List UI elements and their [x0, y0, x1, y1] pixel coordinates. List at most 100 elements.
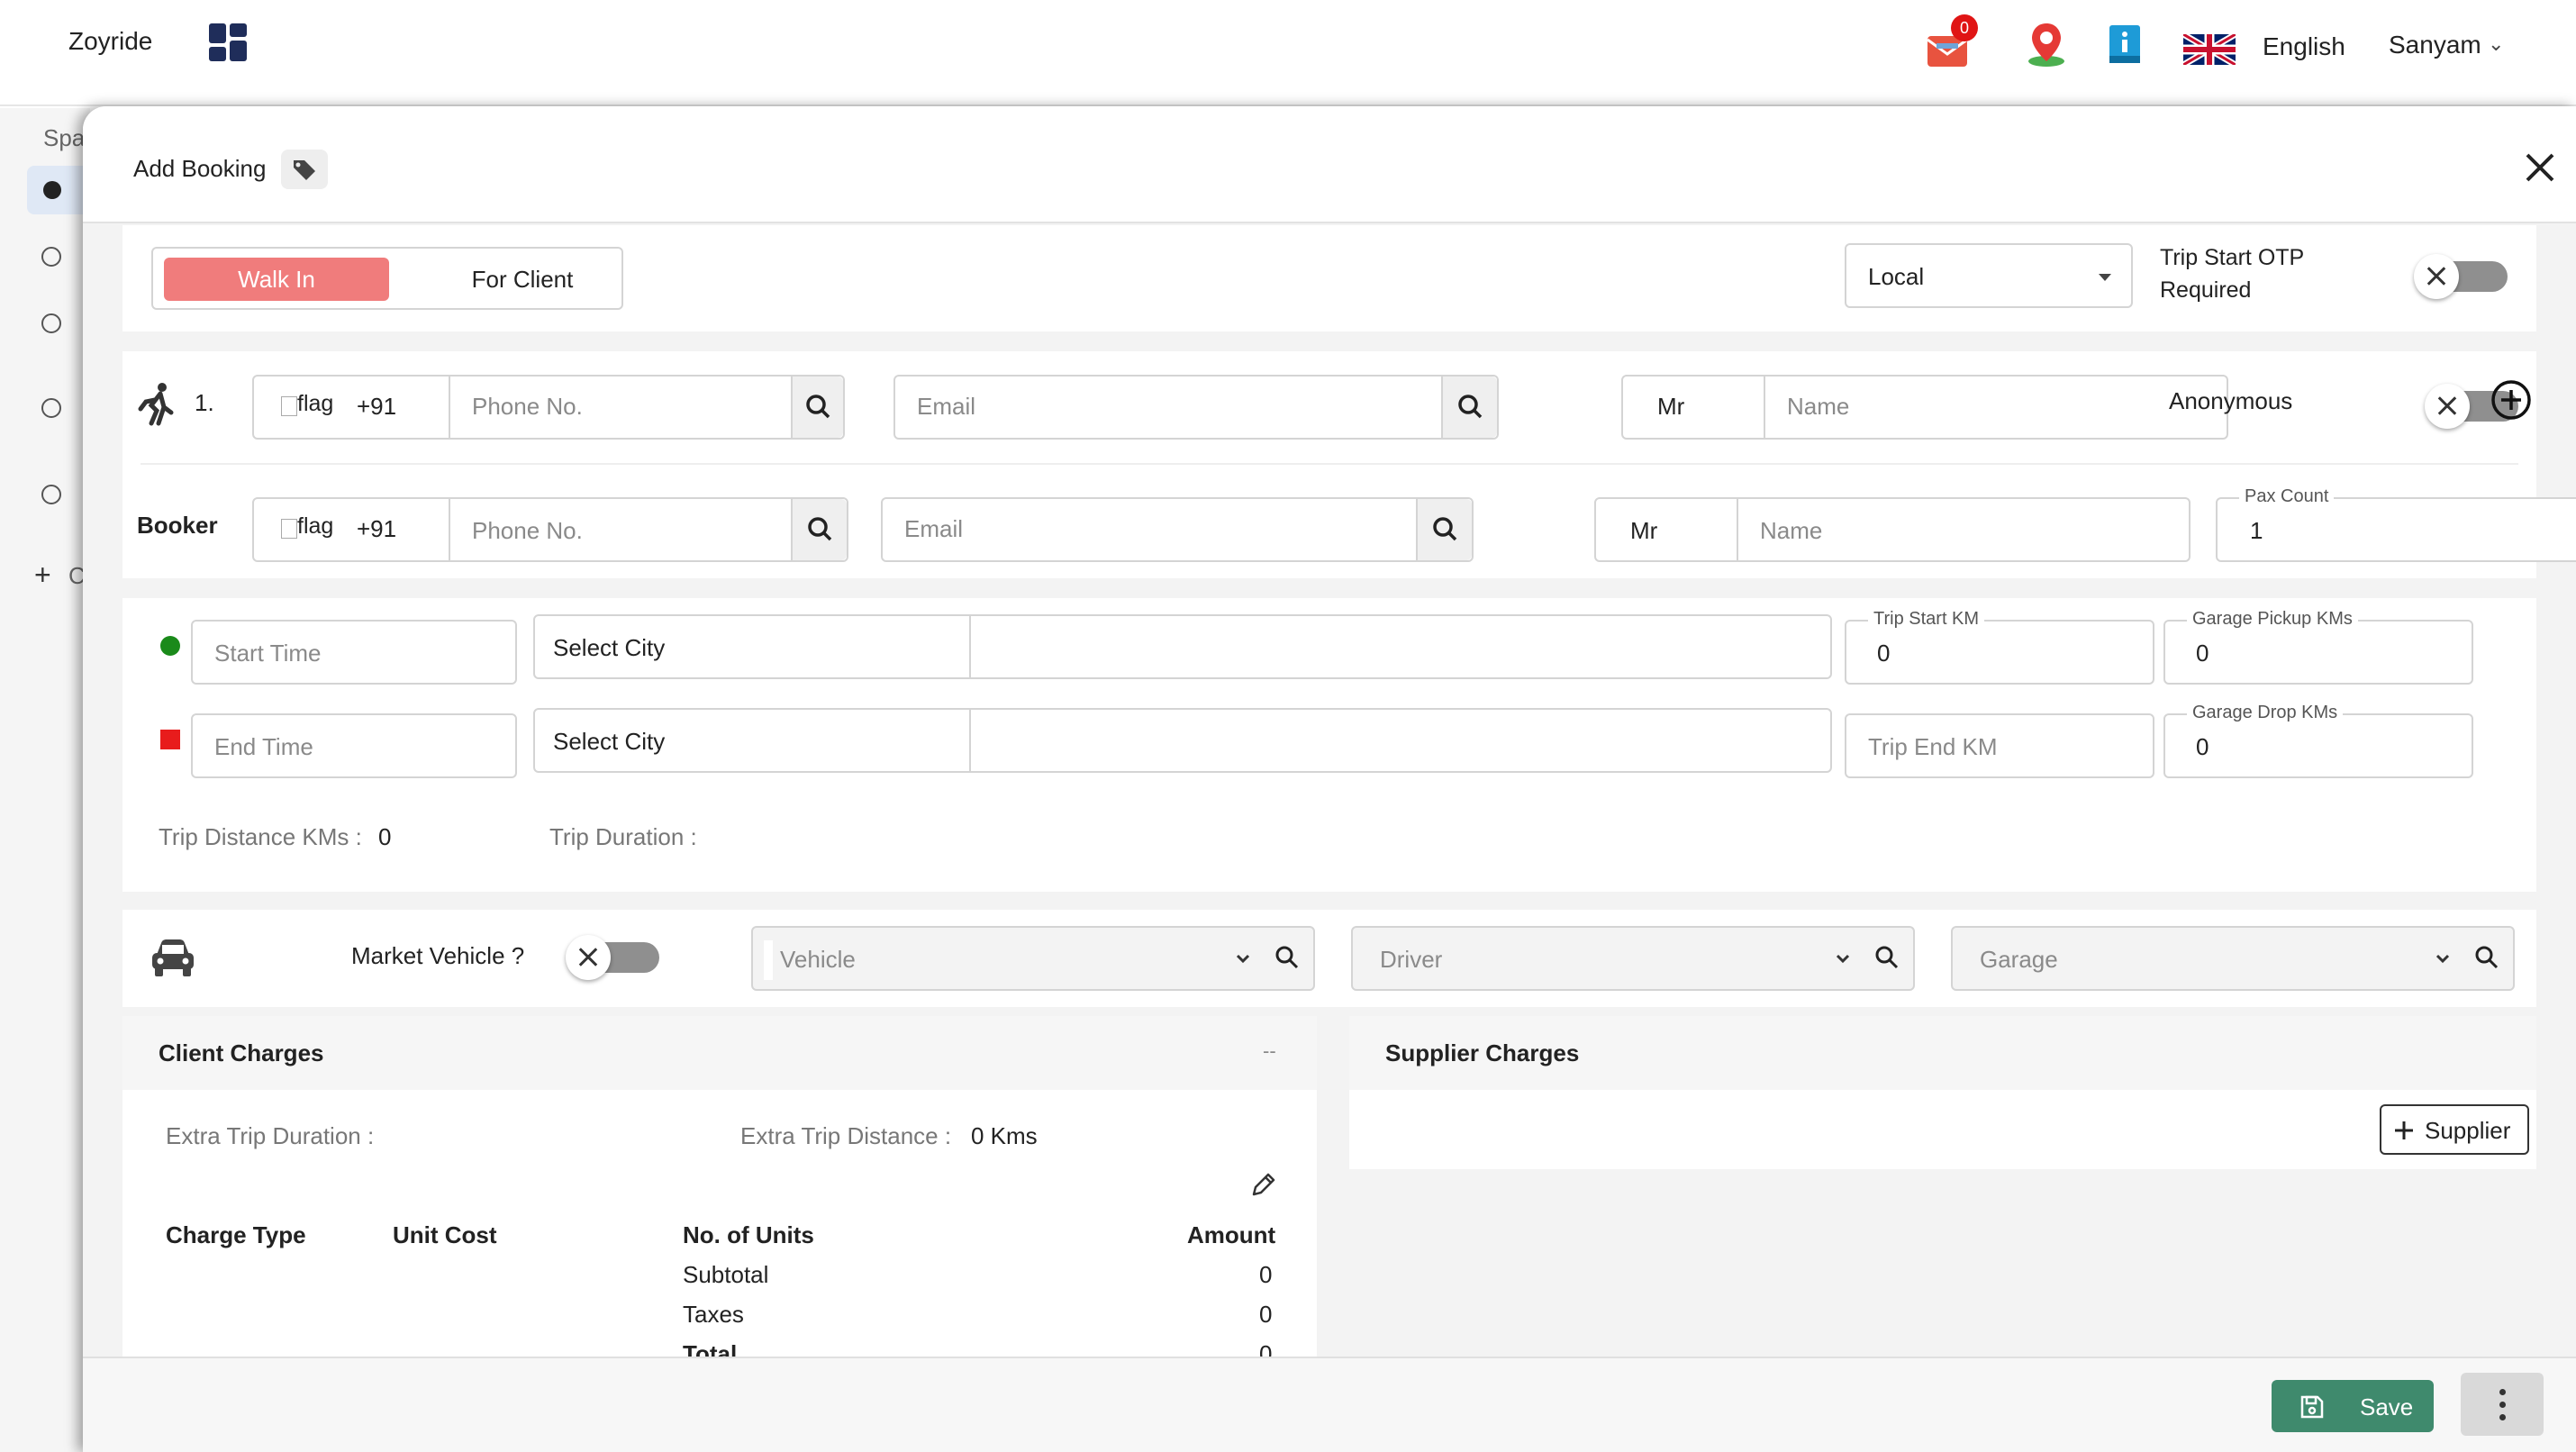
otp-label-line2: Required [2160, 277, 2252, 303]
add-booking-modal: Add Booking Walk In For Client Local Tri… [83, 106, 2576, 1452]
trip-distance-label: Trip Distance KMs : [159, 823, 362, 850]
add-passenger-icon[interactable] [2490, 378, 2533, 426]
email-input[interactable]: Email [904, 515, 963, 543]
edit-pencil-icon[interactable] [1247, 1169, 1279, 1206]
broken-image-icon [281, 396, 297, 416]
country-code-select[interactable]: flag +91 [254, 499, 450, 560]
search-icon[interactable] [1416, 499, 1472, 560]
search-icon[interactable] [791, 499, 847, 560]
more-options-icon[interactable] [2461, 1373, 2544, 1436]
close-icon[interactable] [2515, 142, 2565, 193]
end-city-placeholder: Select City [553, 728, 666, 755]
garage-drop-km-value: 0 [2196, 733, 2209, 760]
pax-count-value: 1 [2250, 517, 2263, 544]
column-amount: Amount [1187, 1221, 1276, 1248]
market-vehicle-toggle[interactable] [566, 935, 659, 980]
modal-header: Add Booking [83, 106, 2576, 223]
name-input[interactable]: Name [1787, 393, 1849, 421]
client-charges-card: Client Charges -- Extra Trip Duration : … [122, 1016, 1317, 1358]
market-vehicle-label: Market Vehicle ? [351, 942, 525, 969]
info-book-icon[interactable] [2108, 23, 2142, 69]
extra-distance-value: 0 Kms [971, 1122, 1038, 1149]
user-menu[interactable]: Sanyam [2389, 31, 2481, 59]
sidebar-add-icon[interactable]: + [34, 558, 51, 592]
for-client-button[interactable]: For Client [414, 258, 630, 301]
booker-phone-group: flag +91 Phone No. [252, 497, 848, 562]
supplier-charges-header: Supplier Charges [1349, 1016, 2536, 1090]
email-input[interactable]: Email [917, 393, 975, 421]
start-time-input[interactable]: Start Time [191, 620, 517, 685]
chevron-down-icon[interactable] [2432, 948, 2454, 974]
end-city-select[interactable]: Select City [535, 710, 971, 771]
language-selector[interactable]: English [2263, 32, 2345, 61]
search-icon[interactable] [791, 377, 843, 438]
phone-input[interactable]: Phone No. [472, 517, 583, 545]
chevron-down-icon[interactable]: ⌄ [2488, 32, 2504, 56]
driver-select[interactable]: Driver [1351, 926, 1915, 991]
search-icon[interactable] [1441, 377, 1497, 438]
total-value: 0 [1259, 1340, 1273, 1358]
vehicle-card: Market Vehicle ? Vehicle Driver Garage [122, 910, 2536, 1007]
end-marker-icon [160, 730, 180, 749]
salutation-select[interactable]: Mr [1623, 377, 1765, 438]
start-location-group: Select City [533, 614, 1832, 679]
chevron-down-icon[interactable] [1832, 948, 1854, 974]
trip-end-km-input[interactable]: Trip End KM [1845, 713, 2154, 778]
garage-pickup-km-field[interactable]: Garage Pickup KMs 0 [2163, 609, 2473, 685]
column-unit-cost: Unit Cost [393, 1221, 497, 1248]
walk-in-button[interactable]: Walk In [164, 258, 389, 301]
garage-drop-km-field[interactable]: Garage Drop KMs 0 [2163, 703, 2473, 778]
trip-start-km-value: 0 [1877, 640, 1891, 667]
end-time-input[interactable]: End Time [191, 713, 517, 778]
passenger-card: 1. flag +91 Phone No. Email Mr Name Anon… [122, 351, 2576, 578]
trip-distance-value: 0 [378, 823, 392, 850]
column-charge-type: Charge Type [166, 1221, 306, 1248]
salutation-select[interactable]: Mr [1596, 499, 1738, 560]
vehicle-color-swatch [764, 940, 773, 980]
dashboard-grid-icon[interactable] [209, 23, 249, 63]
tag-icon[interactable] [281, 150, 328, 189]
taxes-label: Taxes [683, 1301, 744, 1328]
vehicle-select[interactable]: Vehicle [751, 926, 1315, 991]
start-city-select[interactable]: Select City [535, 616, 971, 677]
country-code-select[interactable]: flag +91 [254, 377, 450, 438]
close-icon [2425, 384, 2470, 429]
phone-input[interactable]: Phone No. [472, 393, 583, 421]
search-icon[interactable] [2473, 944, 2500, 976]
taxes-value: 0 [1259, 1301, 1273, 1328]
trip-details-card: Start Time Select City Trip Start KM 0 G… [122, 598, 2536, 892]
passenger-index: 1. [195, 389, 214, 416]
uk-flag-icon[interactable] [2181, 31, 2237, 69]
trip-end-km-placeholder: Trip End KM [1868, 733, 1998, 760]
save-button[interactable]: Save [2272, 1380, 2434, 1432]
chevron-down-icon[interactable] [1232, 948, 1254, 974]
mail-notification-icon[interactable]: 0 [1924, 14, 1978, 78]
extra-duration-label: Extra Trip Duration : [166, 1122, 375, 1149]
garage-select[interactable]: Garage [1951, 926, 2515, 991]
sidebar-active-item[interactable] [27, 166, 90, 214]
sidebar-circle-icon[interactable] [41, 485, 61, 504]
subtotal-value: 0 [1259, 1261, 1273, 1288]
sidebar-circle-icon[interactable] [41, 247, 61, 267]
salutation-value: Mr [1630, 517, 1658, 544]
search-icon[interactable] [1873, 944, 1900, 976]
trip-type-select[interactable]: Local [1845, 243, 2133, 308]
otp-required-toggle[interactable] [2414, 254, 2508, 299]
end-address-input[interactable] [973, 710, 1830, 771]
trip-start-km-field[interactable]: Trip Start KM 0 [1845, 609, 2154, 685]
pax-count-field[interactable]: Pax Count 1 [2216, 486, 2576, 562]
sidebar-circle-icon[interactable] [41, 398, 61, 418]
collapse-toggle[interactable]: -- [1263, 1039, 1276, 1063]
brand-name[interactable]: Zoyride [68, 27, 152, 56]
garage-placeholder: Garage [1980, 946, 2058, 973]
sidebar-circle-icon[interactable] [41, 313, 61, 333]
extra-distance-label: Extra Trip Distance : [740, 1122, 952, 1149]
close-icon [2414, 254, 2459, 299]
search-icon[interactable] [1274, 944, 1301, 976]
map-pin-icon[interactable] [2027, 22, 2066, 71]
start-address-input[interactable] [973, 616, 1830, 677]
add-supplier-button[interactable]: Supplier [2380, 1104, 2529, 1155]
name-input[interactable]: Name [1760, 517, 1822, 545]
sidebar-peek-text: Spa [43, 124, 86, 151]
booker-label: Booker [137, 512, 218, 539]
